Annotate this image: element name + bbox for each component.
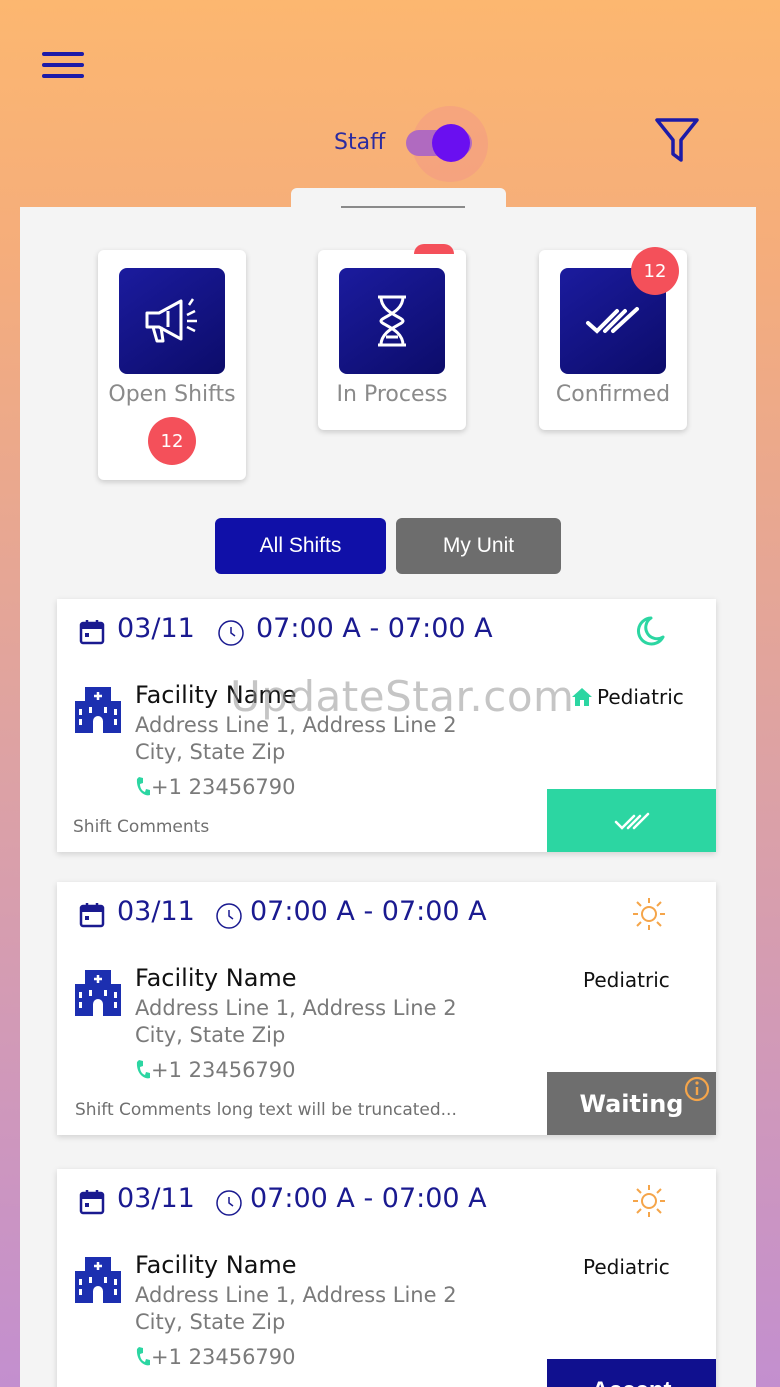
unit-name: Pediatric — [583, 968, 670, 992]
status-label: Confirmed — [555, 382, 671, 407]
toggle-knob — [432, 124, 470, 162]
watermark: UpdateStar.com — [230, 672, 575, 721]
city-line: City, State Zip — [135, 1023, 286, 1047]
phone-number: +1 23456790 — [151, 1345, 296, 1369]
sun-icon — [633, 898, 665, 930]
status-card-confirmed[interactable]: Confirmed 12 — [539, 247, 687, 430]
tab-my-unit[interactable]: My Unit — [396, 518, 561, 574]
phone-number: +1 23456790 — [151, 775, 296, 799]
open-shifts-badge: 12 — [148, 417, 196, 465]
hospital-icon — [75, 970, 121, 1016]
clock-icon — [216, 1190, 242, 1216]
unit-label: Pediatric — [583, 1255, 670, 1279]
status-card-in-process[interactable]: In Process — [318, 244, 466, 430]
staff-label: Staff — [334, 130, 386, 155]
shift-date: 03/11 — [117, 613, 195, 644]
shift-time: 07:00 A - 07:00 A — [250, 1183, 487, 1214]
double-check-icon — [614, 812, 649, 830]
hospital-icon — [75, 1257, 121, 1303]
unit-label: Pediatric — [571, 685, 684, 709]
phone-link[interactable]: +1 23456790 — [135, 1058, 296, 1082]
shift-date: 03/11 — [117, 1183, 195, 1214]
address-line: Address Line 1, Address Line 2 — [135, 996, 457, 1020]
phone-link[interactable]: +1 23456790 — [135, 775, 296, 799]
waiting-label: Waiting — [579, 1089, 684, 1118]
calendar-icon — [79, 1190, 105, 1215]
tab-all-shifts[interactable]: All Shifts — [215, 518, 386, 574]
facility-name: Facility Name — [135, 964, 297, 992]
accept-button[interactable]: Accept — [547, 1359, 716, 1387]
sun-icon — [633, 1185, 665, 1217]
clock-icon — [216, 903, 242, 929]
city-line: City, State Zip — [135, 740, 286, 764]
phone-number: +1 23456790 — [151, 1058, 296, 1082]
moon-icon — [636, 616, 665, 646]
phone-icon — [136, 1060, 150, 1079]
facility-name: Facility Name — [135, 1251, 297, 1279]
clock-icon — [218, 620, 244, 646]
shift-card[interactable]: 03/11 07:00 A - 07:00 A Facility Name Ad… — [57, 1169, 716, 1387]
panel-handle[interactable] — [291, 188, 506, 228]
calendar-icon — [79, 903, 105, 928]
megaphone-icon — [119, 268, 225, 374]
shift-date: 03/11 — [117, 896, 195, 927]
calendar-icon — [79, 620, 105, 645]
status-label: Open Shifts — [108, 382, 236, 407]
menu-icon[interactable] — [42, 52, 84, 78]
shift-card[interactable]: 03/11 07:00 A - 07:00 A Facility Name Ad… — [57, 599, 716, 852]
shift-time: 07:00 A - 07:00 A — [250, 896, 487, 927]
phone-icon — [136, 777, 150, 796]
shift-time: 07:00 A - 07:00 A — [256, 613, 493, 644]
phone-link[interactable]: +1 23456790 — [135, 1345, 296, 1369]
shift-comments: Shift Comments long text will be truncat… — [75, 1100, 457, 1120]
waiting-button[interactable]: Waiting — [547, 1072, 716, 1135]
phone-icon — [136, 1347, 150, 1366]
confirmed-badge: 12 — [631, 247, 679, 295]
unit-name: Pediatric — [583, 1255, 670, 1279]
shift-comments: Shift Comments — [73, 817, 210, 837]
staff-toggle[interactable] — [404, 106, 488, 182]
shift-card[interactable]: 03/11 07:00 A - 07:00 A Facility Name Ad… — [57, 882, 716, 1135]
unit-name: Pediatric — [597, 685, 684, 709]
status-card-open-shifts[interactable]: Open Shifts 12 — [98, 250, 246, 480]
confirmed-button[interactable] — [547, 789, 716, 852]
hospital-icon — [75, 687, 121, 733]
info-icon[interactable] — [684, 1076, 710, 1102]
address-line: Address Line 1, Address Line 2 — [135, 1283, 457, 1307]
city-line: City, State Zip — [135, 1310, 286, 1334]
in-process-badge-hidden — [414, 244, 454, 254]
status-label: In Process — [336, 382, 448, 407]
hourglass-icon — [339, 268, 445, 374]
accept-label: Accept — [591, 1377, 671, 1387]
unit-label: Pediatric — [583, 968, 670, 992]
filter-icon[interactable] — [654, 116, 700, 164]
